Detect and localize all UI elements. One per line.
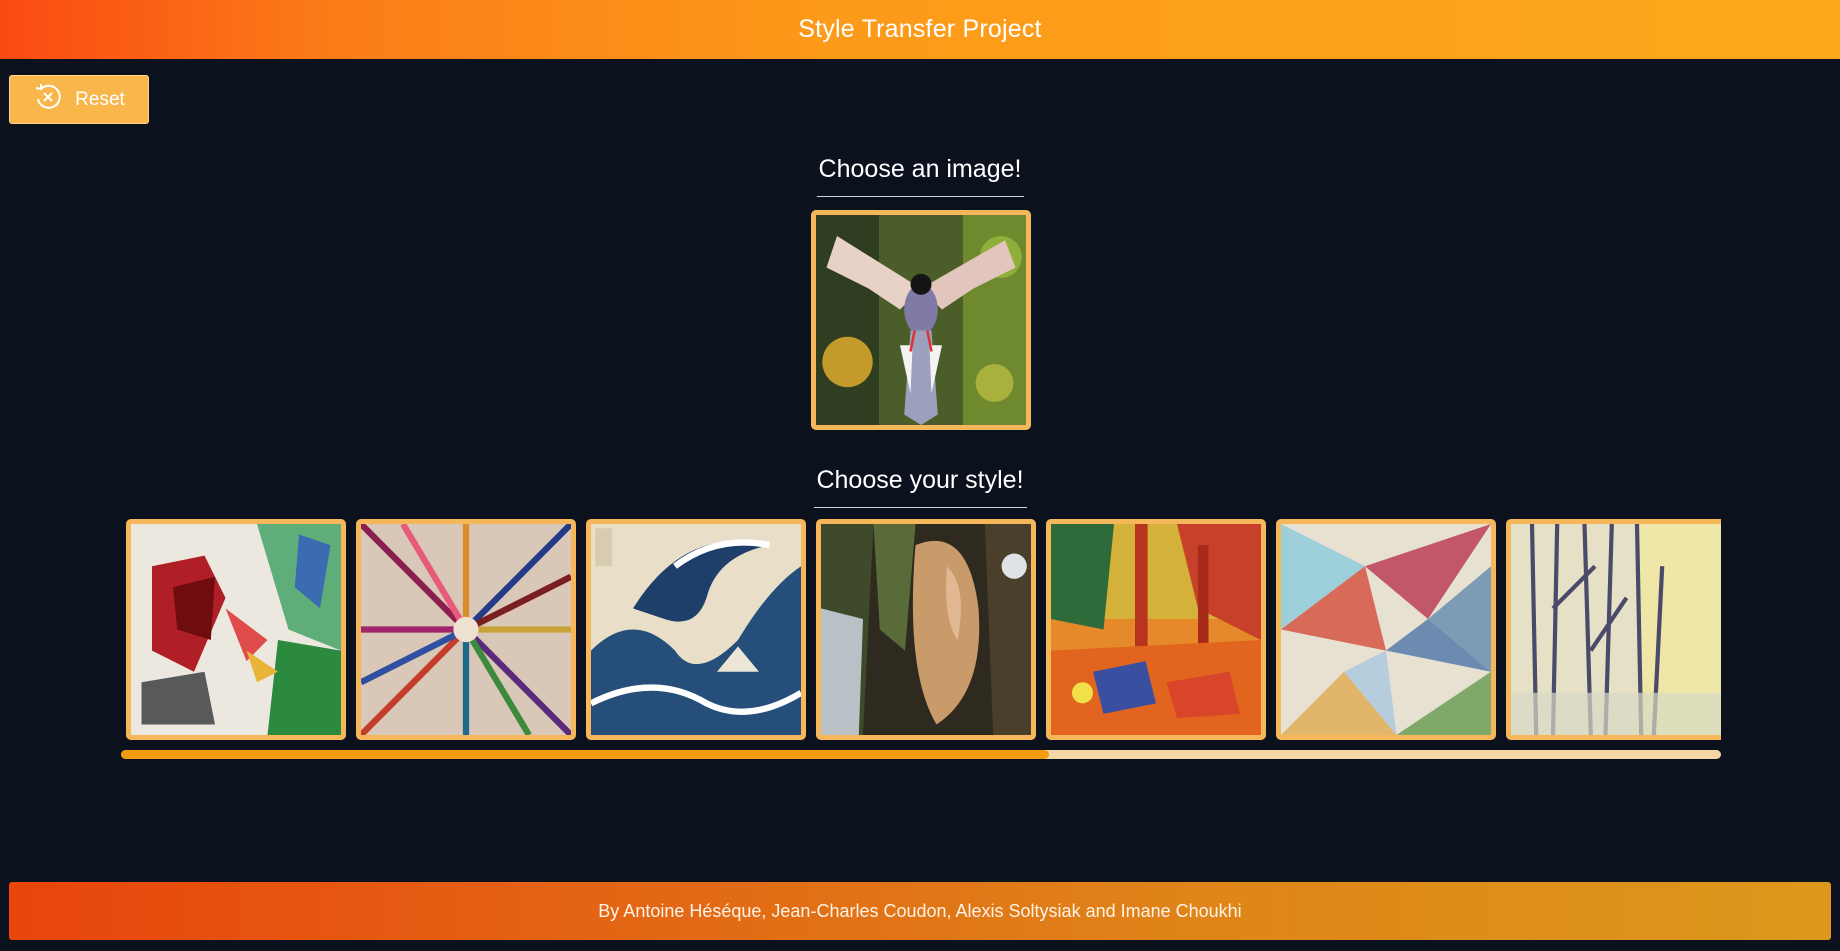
content-heading: Choose an image! bbox=[818, 155, 1022, 183]
winter-trees-painting bbox=[1511, 524, 1721, 735]
style-heading-divider bbox=[813, 507, 1027, 508]
style-thumbnail[interactable] bbox=[356, 519, 576, 740]
style-thumbnail[interactable] bbox=[1046, 519, 1266, 740]
carousel-scrollbar[interactable] bbox=[121, 750, 1721, 759]
style-thumbnail[interactable] bbox=[1506, 519, 1721, 740]
style-carousel[interactable] bbox=[126, 519, 1721, 740]
reset-button[interactable]: Reset bbox=[9, 75, 149, 124]
footer-bar: By Antoine Héséque, Jean-Charles Coudon,… bbox=[9, 882, 1831, 940]
fauvist-forest-painting bbox=[1051, 524, 1261, 735]
cubist-geometric-painting bbox=[1281, 524, 1491, 735]
colorful-burst-painting bbox=[361, 524, 571, 735]
style-section-header: Choose your style! bbox=[0, 466, 1840, 508]
reset-label: Reset bbox=[75, 88, 125, 110]
content-image-card[interactable] bbox=[811, 210, 1031, 430]
great-wave-woodblock bbox=[591, 524, 801, 735]
header-bar: Style Transfer Project bbox=[0, 0, 1840, 59]
style-heading: Choose your style! bbox=[816, 466, 1024, 494]
content-heading-divider bbox=[816, 196, 1024, 197]
style-thumbnail[interactable] bbox=[1276, 519, 1496, 740]
abstract-flower-painting bbox=[131, 524, 341, 735]
footer-credits: By Antoine Héséque, Jean-Charles Coudon,… bbox=[598, 900, 1242, 921]
style-thumbnail[interactable] bbox=[816, 519, 1036, 740]
scrollbar-thumb[interactable] bbox=[121, 750, 1049, 759]
reset-circle-x-icon bbox=[33, 82, 63, 117]
bird-photo bbox=[816, 215, 1026, 425]
content-section-header: Choose an image! bbox=[0, 155, 1840, 197]
page-title: Style Transfer Project bbox=[798, 15, 1042, 43]
style-thumbnail[interactable] bbox=[126, 519, 346, 740]
style-thumbnail[interactable] bbox=[586, 519, 806, 740]
impressionist-landscape bbox=[821, 524, 1031, 735]
